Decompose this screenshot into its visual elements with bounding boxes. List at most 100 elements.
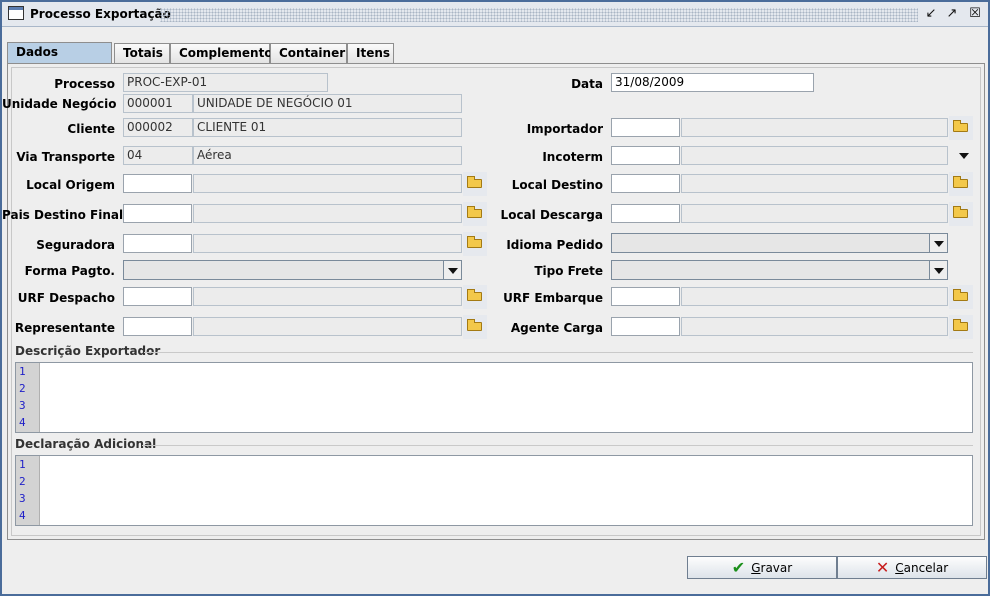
folder-icon: [467, 206, 482, 218]
close-icon[interactable]: ☒: [966, 5, 984, 23]
folder-icon: [953, 206, 968, 218]
local-destino-code-field[interactable]: [611, 174, 680, 193]
line-number: 2: [19, 475, 26, 488]
pais-destino-code-field[interactable]: [123, 204, 192, 223]
tipo-frete-label: Tipo Frete: [534, 264, 603, 278]
pais-destino-name-field: [193, 204, 462, 223]
processo-label: Processo: [54, 77, 115, 91]
pais-destino-label: Pais Destino Final: [2, 208, 124, 222]
urf-despacho-name-field: [193, 287, 462, 306]
tab-complemento[interactable]: Complemento: [170, 43, 273, 63]
folder-icon: [467, 236, 482, 248]
incoterm-name-field: [681, 146, 948, 165]
urf-embarque-label: URF Embarque: [503, 291, 603, 305]
via-transporte-label: Via Transporte: [16, 150, 115, 164]
line-number: 3: [19, 492, 26, 505]
local-descarga-browse-button[interactable]: [949, 202, 973, 226]
section-divider: [142, 445, 973, 446]
tab-totais[interactable]: Totais: [114, 43, 170, 63]
chevron-down-icon: [929, 261, 947, 279]
title-bar[interactable]: Processo Exportação ↙ ↗ ☒: [2, 2, 988, 27]
data-field[interactable]: 31/08/2009: [611, 73, 814, 92]
idioma-pedido-label: Idioma Pedido: [506, 238, 603, 252]
data-label: Data: [571, 77, 603, 91]
cliente-name-field: CLIENTE 01: [193, 118, 462, 137]
pais-destino-browse-button[interactable]: [463, 202, 487, 226]
unidade-name-field: UNIDADE DE NEGÓCIO 01: [193, 94, 462, 113]
tab-container[interactable]: Container: [270, 43, 347, 63]
tab-dados-basicos[interactable]: Dados Básicos: [7, 42, 112, 78]
agente-carga-name-field: [681, 317, 948, 336]
local-origem-name-field: [193, 174, 462, 193]
local-destino-name-field: [681, 174, 948, 193]
via-transporte-name-field: Aérea: [193, 146, 462, 165]
line-number-gutter: 1 2 3 4: [16, 363, 40, 432]
cliente-code-field: 000002: [123, 118, 193, 137]
check-icon: ✔: [731, 558, 746, 577]
unidade-code-field: 000001: [123, 94, 193, 113]
agente-carga-browse-button[interactable]: [949, 315, 973, 339]
urf-embarque-browse-button[interactable]: [949, 285, 973, 309]
seguradora-label: Seguradora: [36, 238, 115, 252]
title-bar-grip: [160, 8, 918, 22]
local-origem-browse-button[interactable]: [463, 172, 487, 196]
declaracao-adicional-textarea[interactable]: 1 2 3 4: [15, 455, 973, 526]
representante-name-field: [193, 317, 462, 336]
unidade-label: Unidade Negócio: [2, 97, 117, 111]
seguradora-browse-button[interactable]: [463, 232, 487, 256]
gravar-label: ravar: [760, 561, 793, 575]
folder-icon: [467, 176, 482, 188]
line-number: 1: [19, 365, 26, 378]
agente-carga-code-field[interactable]: [611, 317, 680, 336]
cliente-label: Cliente: [67, 122, 115, 136]
urf-despacho-code-field[interactable]: [123, 287, 192, 306]
maximize-icon[interactable]: ↗: [943, 5, 961, 23]
section-divider: [144, 352, 973, 353]
line-number: 2: [19, 382, 26, 395]
urf-embarque-name-field: [681, 287, 948, 306]
gravar-mnemonic: G: [751, 561, 761, 575]
line-number: 3: [19, 399, 26, 412]
forma-pagto-select[interactable]: [123, 260, 462, 280]
declaracao-adicional-label: Declaração Adicional: [15, 437, 157, 451]
incoterm-label: Incoterm: [542, 150, 603, 164]
cancelar-mnemonic: C: [895, 561, 904, 575]
forma-pagto-label: Forma Pagto.: [24, 264, 115, 278]
importador-browse-button[interactable]: [949, 116, 973, 140]
descricao-exportador-textarea[interactable]: 1 2 3 4: [15, 362, 973, 433]
via-transporte-code-field: 04: [123, 146, 193, 165]
tab-itens[interactable]: Itens: [347, 43, 394, 63]
window-icon: [8, 6, 24, 20]
importador-name-field: [681, 118, 948, 137]
local-origem-code-field[interactable]: [123, 174, 192, 193]
incoterm-code-field[interactable]: [611, 146, 680, 165]
line-number: 4: [19, 509, 26, 522]
folder-icon: [467, 289, 482, 301]
seguradora-name-field: [193, 234, 462, 253]
line-number: 1: [19, 458, 26, 471]
minimize-icon[interactable]: ↙: [922, 5, 940, 23]
cancelar-label: ancelar: [903, 561, 949, 575]
line-number-gutter: 1 2 3 4: [16, 456, 40, 525]
folder-icon: [953, 176, 968, 188]
importador-code-field[interactable]: [611, 118, 680, 137]
folder-icon: [953, 289, 968, 301]
local-descarga-code-field[interactable]: [611, 204, 680, 223]
local-destino-label: Local Destino: [511, 178, 603, 192]
idioma-pedido-select[interactable]: [611, 233, 948, 253]
tipo-frete-select[interactable]: [611, 260, 948, 280]
folder-icon: [467, 319, 482, 331]
incoterm-dropdown-button[interactable]: [951, 146, 973, 166]
urf-despacho-browse-button[interactable]: [463, 285, 487, 309]
cancelar-button[interactable]: ✕ Cancelar: [837, 556, 987, 579]
gravar-button[interactable]: ✔ Gravar: [687, 556, 837, 579]
processo-field: PROC-EXP-01: [123, 73, 328, 92]
representante-code-field[interactable]: [123, 317, 192, 336]
seguradora-code-field[interactable]: [123, 234, 192, 253]
folder-icon: [953, 120, 968, 132]
representante-browse-button[interactable]: [463, 315, 487, 339]
chevron-down-icon: [443, 261, 461, 279]
importador-label: Importador: [526, 122, 603, 136]
local-destino-browse-button[interactable]: [949, 172, 973, 196]
urf-embarque-code-field[interactable]: [611, 287, 680, 306]
